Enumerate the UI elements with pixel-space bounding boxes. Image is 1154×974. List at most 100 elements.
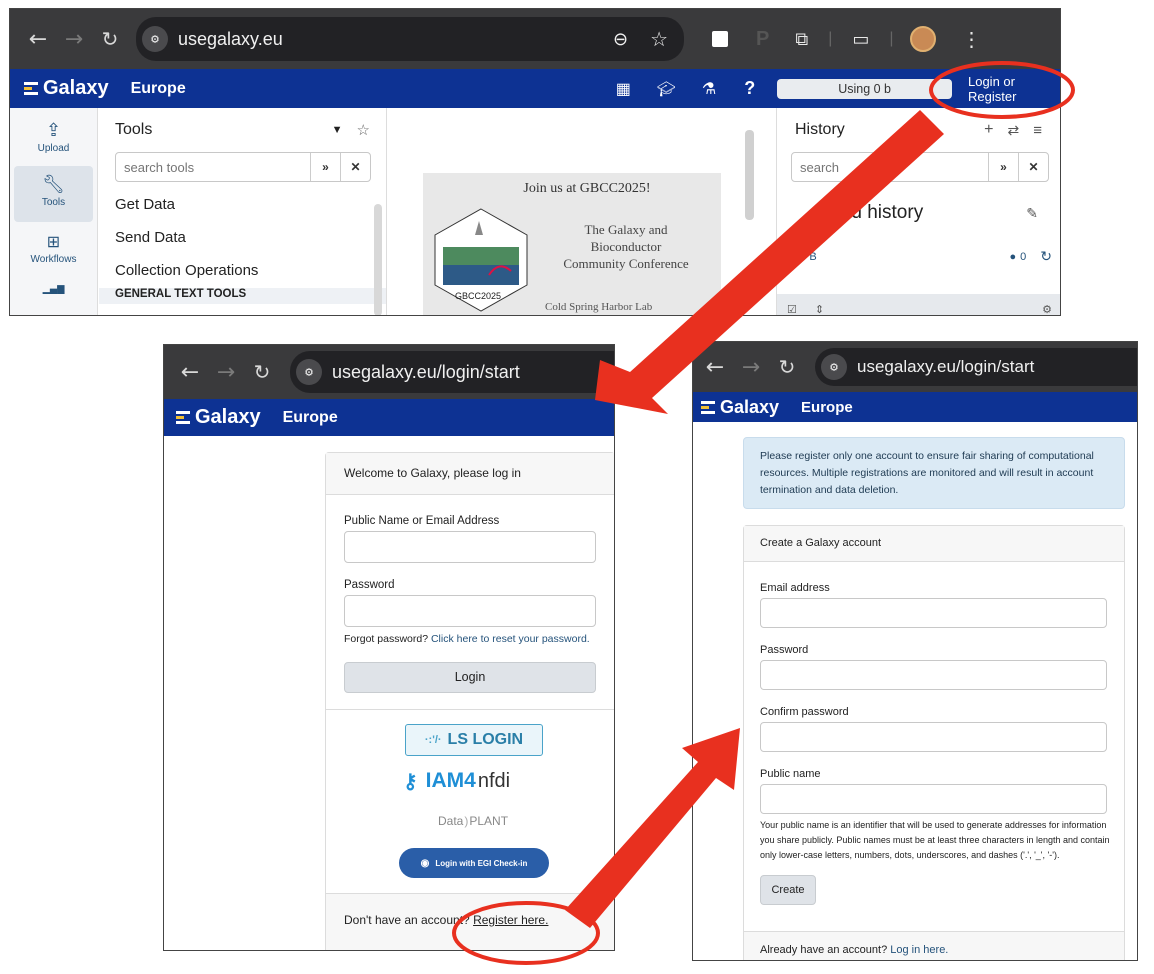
password-label: Password xyxy=(760,644,809,656)
puzzle-icon[interactable]: ⧉ xyxy=(795,29,808,50)
email-field[interactable] xyxy=(760,598,1107,628)
register-card-header: Create a Galaxy account xyxy=(744,526,1124,562)
tab-search-icon[interactable]: ▭ xyxy=(852,29,869,50)
dataplant-right-label: PLANT xyxy=(469,814,509,828)
clear-icon[interactable]: ✕ xyxy=(1018,153,1048,181)
advanced-search-icon[interactable]: » xyxy=(988,153,1018,181)
back-icon[interactable]: ← xyxy=(172,360,208,385)
password-field[interactable] xyxy=(344,595,596,627)
tool-panel-header: Tools ▼ ☆ xyxy=(99,108,386,152)
address-bar[interactable]: ⚙ usegalaxy.eu/login/start xyxy=(290,351,614,393)
login-link[interactable]: Log in here. xyxy=(890,944,948,956)
history-search-input[interactable] xyxy=(792,159,988,175)
reload-icon[interactable]: ↻ xyxy=(244,360,280,384)
registration-notice-text: Please register only one account to ensu… xyxy=(760,450,1094,496)
clear-icon[interactable]: ✕ xyxy=(340,153,370,181)
dataplant-left-label: Data xyxy=(438,814,464,828)
brand-name: Galaxy xyxy=(43,77,109,99)
flask-icon[interactable]: ⚗ xyxy=(702,79,716,99)
activity-workflows[interactable]: ⊞ Workflows xyxy=(10,222,97,280)
plus-icon[interactable]: + xyxy=(984,121,993,139)
address-bar[interactable]: ⚙ usegalaxy.eu ⊖ ☆ xyxy=(136,17,684,61)
site-settings-icon[interactable]: ⚙ xyxy=(296,359,322,385)
zoom-icon[interactable]: ⊖ xyxy=(613,29,628,50)
dataplant-button[interactable]: Data ) PLANT xyxy=(438,808,614,834)
address-bar[interactable]: ⚙ usegalaxy.eu/login/start xyxy=(815,348,1137,386)
tool-panel-scrollbar[interactable] xyxy=(374,204,382,315)
history-name-row: med history ✎ xyxy=(777,202,1060,224)
tool-section-item[interactable]: Get Data xyxy=(115,196,386,229)
chart-icon[interactable]: ▁▃▅ xyxy=(10,280,97,294)
banner-line: Community Conference xyxy=(563,256,689,271)
storage-usage-text: Using 0 b xyxy=(838,81,892,96)
pencil-icon[interactable]: ✎ xyxy=(1026,205,1038,222)
register-link[interactable]: Register here. xyxy=(473,913,548,927)
avatar[interactable] xyxy=(909,26,936,52)
grid-icon[interactable]: ▦ xyxy=(616,79,631,99)
reader-icon[interactable] xyxy=(712,31,728,47)
site-settings-icon[interactable]: ⚙ xyxy=(142,26,168,52)
galaxy-logo[interactable]: Galaxy xyxy=(701,397,779,418)
activity-tools[interactable]: 🔧︎ Tools xyxy=(14,166,93,222)
expand-icon[interactable]: ⇕ xyxy=(815,303,824,316)
iam4nfdi-button[interactable]: ⚷ IAM4 nfdi xyxy=(403,766,614,796)
history-search: » ✕ xyxy=(791,152,1049,182)
egi-label: Login with EGI Check-in xyxy=(435,858,528,868)
history-header: History + ⇄ ≡ xyxy=(777,108,1060,152)
reset-password-link[interactable]: Click here to reset your password. xyxy=(431,633,590,645)
history-name[interactable]: med history xyxy=(825,202,923,224)
p-extension-icon[interactable]: P xyxy=(756,28,769,51)
create-button[interactable]: Create xyxy=(760,875,816,905)
activity-upload[interactable]: ⇪ Upload xyxy=(10,108,97,166)
select-all-icon[interactable]: ☑ xyxy=(787,303,797,316)
username-field[interactable] xyxy=(344,531,596,563)
back-icon[interactable]: ← xyxy=(697,355,733,380)
address-text: usegalaxy.eu/login/start xyxy=(857,357,1035,376)
password-field[interactable] xyxy=(760,660,1107,690)
refresh-icon[interactable]: ↻ xyxy=(1040,248,1052,265)
tool-section-item[interactable]: Collection Operations xyxy=(115,262,386,288)
tool-section-item[interactable]: Send Data xyxy=(115,229,386,262)
reload-icon[interactable]: ↻ xyxy=(769,355,805,379)
forward-icon[interactable]: → xyxy=(733,355,769,380)
forward-icon[interactable]: → xyxy=(208,360,244,385)
galaxy-logo[interactable]: Galaxy xyxy=(24,77,109,100)
database-icon: ≋ xyxy=(787,251,797,263)
help-icon[interactable]: ? xyxy=(744,78,755,99)
wrench-icon: 🔧︎ xyxy=(42,174,65,194)
history-toolbar: ☑ ⇕ ⚙ xyxy=(777,294,1060,316)
login-form: Public Name or Email Address Password Fo… xyxy=(326,495,614,693)
confirm-password-label: Confirm password xyxy=(760,706,849,718)
login-browser-toolbar: ← → ↻ ⚙ usegalaxy.eu/login/start xyxy=(164,345,614,399)
storage-usage[interactable]: Using 0 b xyxy=(777,78,952,99)
ls-login-button[interactable]: ·:'/· LS LOGIN xyxy=(405,724,543,756)
reload-icon[interactable]: ↻ xyxy=(92,27,128,51)
site-settings-icon[interactable]: ⚙ xyxy=(821,354,847,380)
forward-icon[interactable]: → xyxy=(56,27,92,52)
history-menu-icon[interactable]: ≡ xyxy=(1033,122,1042,139)
region-name: Europe xyxy=(801,398,853,416)
graduation-cap-icon[interactable]: 🎓︎ xyxy=(657,80,676,98)
gear-icon[interactable]: ⚙ xyxy=(1042,303,1052,316)
egi-checkin-button[interactable]: ◉ Login with EGI Check-in xyxy=(399,848,549,878)
conference-banner[interactable]: Join us at GBCC2025! GBCC2025 The Galaxy… xyxy=(423,173,721,315)
banner-heading: Join us at GBCC2025! xyxy=(523,181,651,196)
advanced-search-icon[interactable]: » xyxy=(310,153,340,181)
bookmark-star-icon[interactable]: ☆ xyxy=(650,27,668,52)
star-icon[interactable]: ☆ xyxy=(357,121,370,139)
center-scrollbar[interactable] xyxy=(745,130,754,220)
login-register-link[interactable]: Login or Register xyxy=(968,74,1060,104)
login-button[interactable]: Login xyxy=(344,662,596,693)
map-marker-icon[interactable]: ● xyxy=(1009,251,1016,263)
public-name-help: Your public name is an identifier that w… xyxy=(760,820,1110,860)
galaxy-masthead: Galaxy Europe xyxy=(693,392,1137,422)
public-name-field[interactable] xyxy=(760,784,1107,814)
switch-icon[interactable]: ⇄ xyxy=(1008,122,1020,139)
galaxy-logo[interactable]: Galaxy xyxy=(176,406,261,429)
menu-dots-icon[interactable]: ⋮ xyxy=(962,27,982,52)
back-icon[interactable]: ← xyxy=(20,27,56,52)
confirm-password-field[interactable] xyxy=(760,722,1107,752)
tool-search-input[interactable] xyxy=(116,159,310,175)
caret-down-icon[interactable]: ▼ xyxy=(332,124,343,136)
history-stats: ≋ 0 B ● 0 ↻ xyxy=(777,248,1060,265)
